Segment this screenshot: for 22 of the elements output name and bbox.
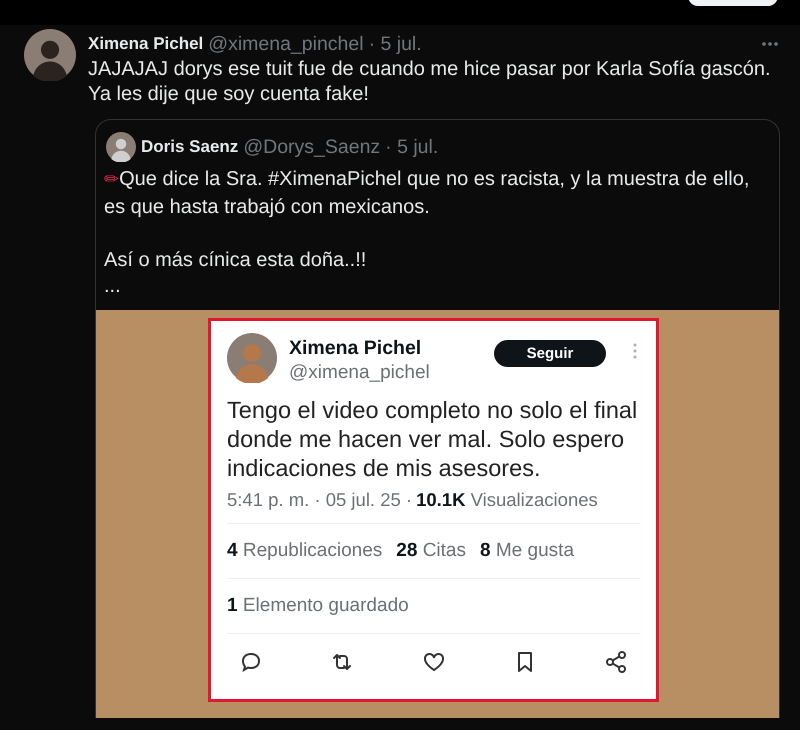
post-time: · 5 jul. — [385, 136, 438, 158]
quoted-text: ✏Que dice la Sra. #XimenaPichel que no es racista, y la muestra de ello, es que hasta trabajó con mexicanos. Así o más cínica esta doña..!! ... — [104, 167, 750, 299]
avatar[interactable] — [106, 132, 136, 162]
post-time[interactable]: · 5 jul. — [368, 32, 422, 56]
attached-image[interactable] — [96, 310, 779, 718]
author-handle: @Dorys_Saenz — [243, 136, 380, 158]
author-name: Ximena Pichel — [289, 336, 422, 360]
saved-count[interactable]: 1 Elemento guardado — [227, 594, 409, 616]
post-text: Tengo el video completo no solo el final donde me hacen ver mal. Solo espero indicaciones de mis asesores. — [227, 396, 638, 482]
post-text: JAJAJAJ dorys ese tuit fue de cuando me hice pasar por Karla Sofía gascón. Ya les dije que soy cuenta fake! — [88, 57, 772, 107]
author-handle: @ximena_pichel — [289, 362, 430, 384]
post-timestamp: 5:41 p. m. · 05 jul. 25 · — [227, 488, 412, 510]
stat-count[interactable]: 8 Me gusta — [480, 540, 574, 562]
share-icon[interactable] — [604, 650, 628, 674]
stat-count[interactable]: 4 Republicaciones — [227, 540, 382, 562]
quoted-post[interactable] — [95, 119, 780, 718]
author-name: Doris Saenz — [141, 137, 238, 157]
view-count: 10.1K Visualizaciones — [416, 488, 598, 510]
author-name[interactable]: Ximena Pichel — [88, 34, 204, 54]
stat-count[interactable]: 28 Citas — [396, 540, 466, 562]
author-handle[interactable]: @ximena_pinchel — [208, 32, 364, 56]
follow-button[interactable]: Seguir — [494, 340, 606, 366]
